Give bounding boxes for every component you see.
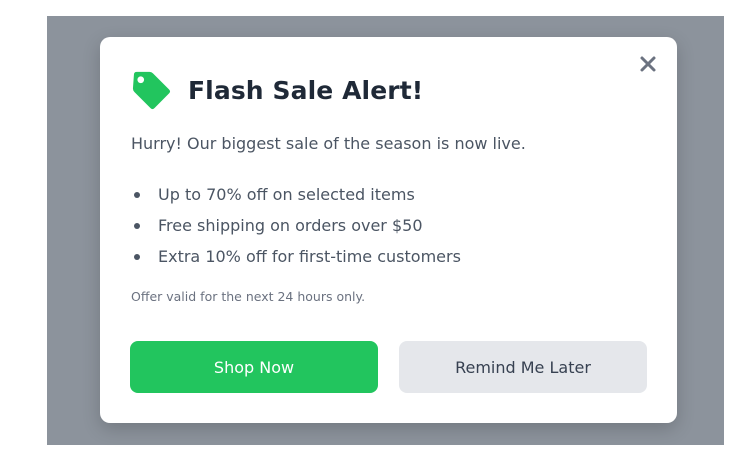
list-item: Up to 70% off on selected items — [131, 179, 461, 210]
close-button[interactable] — [637, 53, 659, 75]
modal-header: Flash Sale Alert! — [130, 67, 423, 113]
remind-me-later-button[interactable]: Remind Me Later — [399, 341, 647, 393]
feature-list: Up to 70% off on selected items Free shi… — [131, 179, 461, 272]
feature-text: Up to 70% off on selected items — [158, 185, 415, 204]
modal-intro: Hurry! Our biggest sale of the season is… — [131, 134, 526, 153]
modal-title: Flash Sale Alert! — [188, 75, 424, 105]
close-icon — [640, 56, 656, 72]
feature-text: Free shipping on orders over $50 — [158, 216, 423, 235]
bullet-icon — [134, 191, 140, 198]
bullet-icon — [134, 222, 140, 229]
shop-now-button[interactable]: Shop Now — [130, 341, 378, 393]
screen: Flash Sale Alert! Hurry! Our biggest sal… — [0, 0, 750, 469]
tag-icon — [132, 71, 171, 109]
feature-text: Extra 10% off for first-time customers — [158, 247, 461, 266]
list-item: Extra 10% off for first-time customers — [131, 241, 461, 272]
offer-note: Offer valid for the next 24 hours only. — [131, 289, 366, 304]
bullet-icon — [134, 253, 140, 260]
list-item: Free shipping on orders over $50 — [131, 210, 461, 241]
